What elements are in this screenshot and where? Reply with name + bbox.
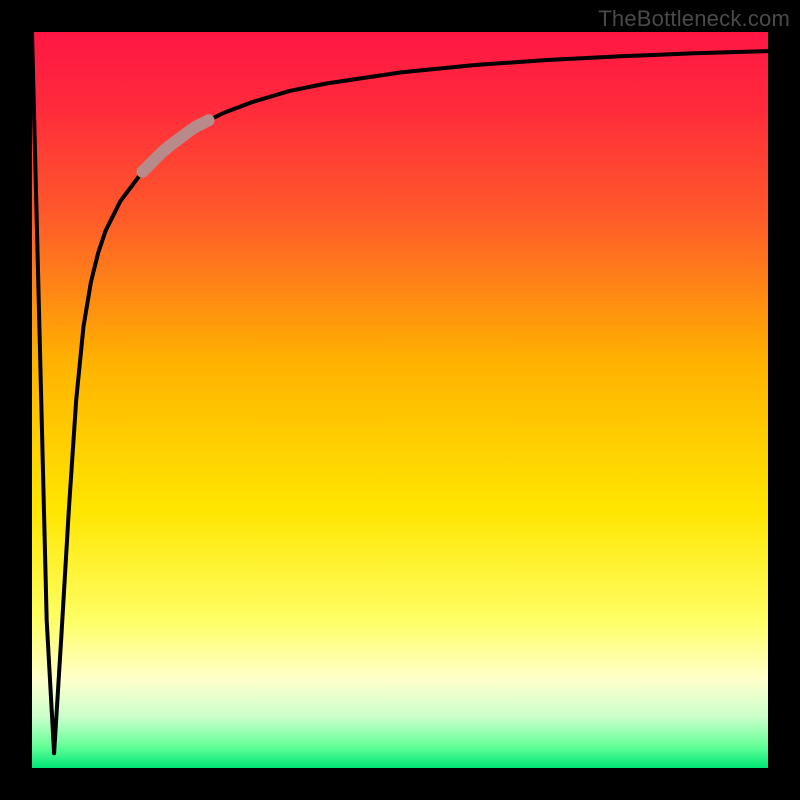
attribution-label: TheBottleneck.com — [598, 6, 790, 32]
chart-svg — [32, 32, 768, 768]
curve-highlight — [142, 120, 208, 172]
chart-frame: TheBottleneck.com — [0, 0, 800, 800]
plot-area — [32, 32, 768, 768]
bottleneck-curve — [32, 32, 768, 753]
